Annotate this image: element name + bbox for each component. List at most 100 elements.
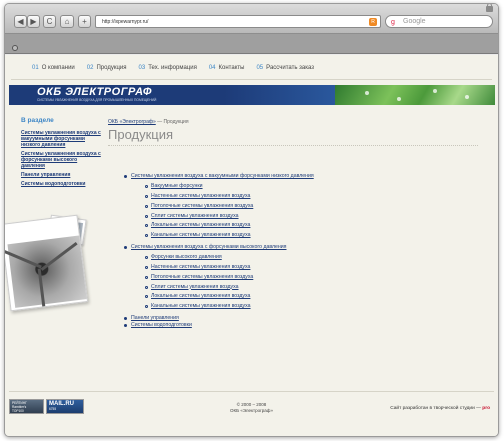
product-subitem-link[interactable]: Потолочные системы увлажнения воздуха [151, 203, 253, 209]
browser-toolbar: ◀ ▶ C ⌂ + http://ixpewarnypr.ru/ R g Goo… [5, 4, 498, 34]
product-sublist: Вакуумные форсунки Настенные системы увла… [145, 182, 483, 241]
nav-item-label: Рассчитать заказ [266, 65, 314, 71]
lock-icon [486, 4, 493, 12]
nav-item-label: Тех. информация [148, 65, 197, 71]
bullet-icon [124, 175, 127, 178]
nav-item[interactable]: 04 Контакты [209, 65, 245, 71]
home-button[interactable]: ⌂ [60, 15, 74, 28]
product-category-link[interactable]: Системы увлажнения воздуха с форсунками … [131, 244, 287, 250]
nav-item[interactable]: 02 Продукция [87, 65, 127, 71]
product-category: Системы увлажнения воздуха с вакуумными … [123, 173, 483, 244]
product-subitem-link[interactable]: Настенные системы увлажнения воздуха [151, 193, 250, 199]
sidebar-item-high-pressure[interactable]: Системы увлажнения воздуха с форсунками … [21, 151, 101, 169]
product-sublist: Форсунки высокого давления Настенные сист… [145, 253, 483, 312]
product-subitem-link[interactable]: Локальные системы увлажнения воздуха [151, 222, 250, 228]
rss-icon[interactable]: R [369, 18, 377, 26]
nav-item[interactable]: 05 Рассчитать заказ [256, 65, 314, 71]
product-category: Системы увлажнения воздуха с форсунками … [123, 244, 483, 315]
product-subitem: Локальные системы увлажнения воздуха [145, 221, 483, 231]
product-subitem: Потолочные системы увлажнения воздуха [145, 273, 483, 283]
product-subitem: Сплит системы увлажнения воздуха [145, 212, 483, 222]
web-page: 01 О компании 02 Продукция 03 Тех. информация… [5, 55, 498, 436]
header-banner: ОКБ ЭЛЕКТРОГРАФ СИСТЕМЫ УВЛАЖНЕНИЯ ВОЗДУ… [9, 85, 495, 105]
address-text: http://ixpewarnypr.ru/ [102, 19, 149, 25]
ring-bullet-icon [145, 234, 148, 238]
water-drop [465, 95, 469, 99]
sidebar-item-water-treatment[interactable]: Системы водоподготовки [21, 181, 101, 187]
nav-item-number: 01 [32, 65, 39, 71]
banner-leaf-image [335, 85, 495, 105]
top-navigation: 01 О компании 02 Продукция 03 Тех. информация… [32, 65, 326, 71]
sidebar-item-control-panels[interactable]: Панели управления [21, 172, 101, 178]
breadcrumb: ОКБ «Электрограф» — Продукция [108, 119, 189, 125]
ring-bullet-icon [145, 285, 148, 289]
studio-logo[interactable]: pro [482, 406, 490, 411]
add-bookmark-button[interactable]: + [78, 15, 91, 28]
nav-item-number: 04 [208, 65, 216, 71]
banner-gradient [224, 85, 344, 105]
product-subitem-link[interactable]: Вакуумные форсунки [151, 183, 203, 189]
sidebar-item-low-pressure[interactable]: Системы увлажнения воздуха с вакуумными … [21, 130, 101, 148]
ring-bullet-icon [145, 224, 148, 228]
product-subitem: Форсунки высокого давления [145, 253, 483, 263]
site-logo[interactable]: ОКБ ЭЛЕКТРОГРАФ [37, 86, 152, 98]
address-bar[interactable]: http://ixpewarnypr.ru/ R [95, 15, 381, 28]
breadcrumb-current: Продукция [163, 119, 189, 125]
product-subitem-link[interactable]: Настенные системы увлажнения воздуха [151, 264, 250, 270]
water-drop [433, 89, 437, 93]
search-placeholder: Google [403, 18, 426, 25]
product-subitem-link[interactable]: Локальные системы увлажнения воздуха [151, 293, 250, 299]
google-icon: g [391, 19, 395, 26]
product-category: Панели управления [123, 315, 483, 322]
studio-text: Сайт разработан в творческой студии — [390, 406, 481, 411]
nav-item-number: 03 [138, 65, 146, 71]
breadcrumb-home-link[interactable]: ОКБ «Электрограф» [108, 119, 156, 125]
nav-item-label: Продукция [96, 65, 127, 71]
page-title: Продукция [108, 127, 174, 142]
footer-divider [9, 391, 494, 392]
product-subitem-link[interactable]: Форсунки высокого давления [151, 254, 222, 260]
studio-credit[interactable]: Сайт разработан в творческой студии — pr… [390, 406, 490, 411]
product-category: Системы водоподготовки [123, 322, 483, 329]
product-catalog: Системы увлажнения воздуха с вакуумными … [123, 173, 483, 329]
product-subitem-link[interactable]: Сплит системы увлажнения воздуха [151, 284, 239, 290]
tab-favicon-icon[interactable] [12, 45, 18, 51]
ring-bullet-icon [145, 295, 148, 299]
reload-button[interactable]: C [43, 15, 56, 28]
product-subitem: Сплит системы увлажнения воздуха [145, 283, 483, 293]
ring-bullet-icon [145, 185, 148, 189]
product-subitem: Вакуумные форсунки [145, 182, 483, 192]
site-tagline: СИСТЕМЫ УВЛАЖНЕНИЯ ВОЗДУХА ДЛЯ ПРОМЫШЛЕН… [37, 98, 157, 102]
nav-item-number: 02 [86, 65, 94, 71]
ring-bullet-icon [145, 256, 148, 260]
bullet-icon [124, 245, 127, 249]
back-button[interactable]: ◀ [14, 15, 27, 28]
sidebar: В разделе Системы увлажнения воздуха с в… [21, 117, 101, 190]
nav-item-label: Контакты [218, 65, 245, 71]
product-subitem-link[interactable]: Канальные системы увлажнения воздуха [151, 232, 251, 238]
product-category-link[interactable]: Системы водоподготовки [131, 322, 192, 328]
sidebar-heading: В разделе [21, 117, 54, 124]
product-list: Системы увлажнения воздуха с вакуумными … [123, 173, 483, 329]
forward-button[interactable]: ▶ [27, 15, 40, 28]
fan-photo [5, 214, 89, 312]
bullet-icon [124, 324, 127, 328]
nav-item-number: 05 [256, 65, 264, 71]
product-subitem-link[interactable]: Сплит системы увлажнения воздуха [151, 213, 239, 219]
nav-item[interactable]: 03 Тех. информация [139, 65, 197, 71]
search-input[interactable]: g Google [385, 15, 493, 28]
nav-item-label: О компании [41, 65, 75, 71]
water-drop [365, 91, 369, 95]
product-subitem-link[interactable]: Потолочные системы увлажнения воздуха [151, 274, 253, 280]
browser-window: ◀ ▶ C ⌂ + http://ixpewarnypr.ru/ R g Goo… [4, 3, 499, 437]
ring-bullet-icon [145, 214, 148, 218]
product-category-link[interactable]: Системы увлажнения воздуха с вакуумными … [131, 173, 314, 179]
tab-strip [5, 34, 498, 54]
breadcrumb-separator: — [155, 119, 164, 125]
product-subitem: Канальные системы увлажнения воздуха [145, 231, 483, 241]
product-subitem-link[interactable]: Канальные системы увлажнения воздуха [151, 303, 251, 309]
ring-bullet-icon [145, 275, 148, 279]
product-category-link[interactable]: Панели управления [131, 315, 179, 321]
nav-item[interactable]: 01 О компании [32, 65, 75, 71]
ring-bullet-icon [145, 265, 148, 269]
